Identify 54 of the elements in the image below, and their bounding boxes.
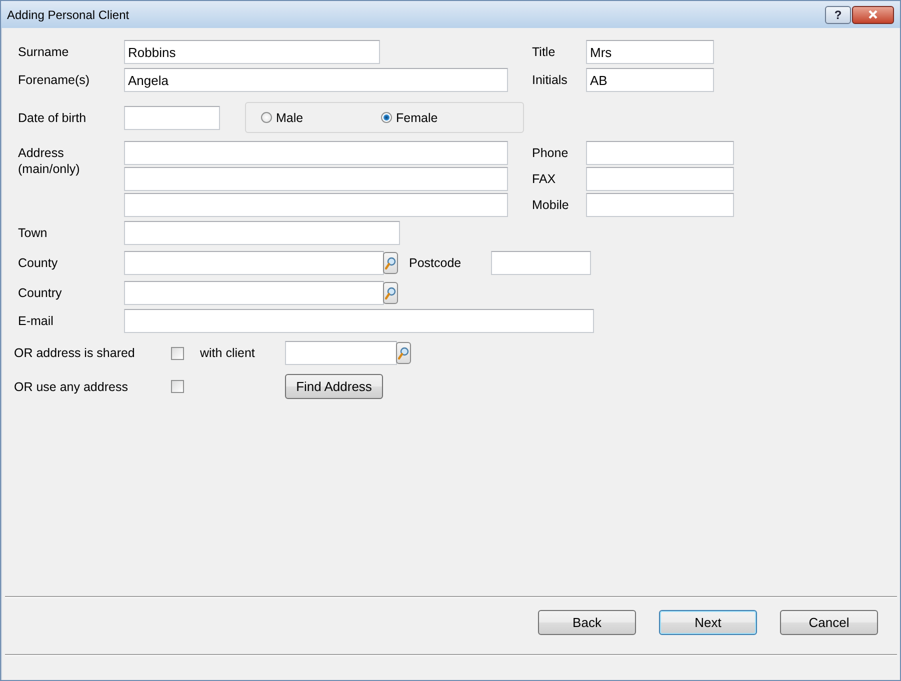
text-field[interactable]	[586, 167, 734, 191]
help-button[interactable]: ?	[825, 6, 851, 24]
field-label: Mobile	[532, 198, 570, 212]
text-field[interactable]	[586, 141, 734, 165]
radio-option[interactable]: Female	[381, 110, 501, 124]
field-label: County	[18, 256, 59, 270]
checkbox[interactable]	[171, 346, 184, 360]
text-field[interactable]	[586, 193, 734, 217]
text-field[interactable]: Mrs	[586, 40, 714, 64]
dialog-button[interactable]: Next	[659, 610, 757, 635]
lookup-field[interactable]	[124, 251, 384, 275]
text-field[interactable]: Angela	[124, 68, 508, 92]
lookup-field[interactable]	[124, 281, 384, 305]
search-button[interactable]	[396, 342, 411, 364]
field-label: FAX	[532, 172, 557, 186]
field-label: Postcode	[409, 256, 462, 270]
dialog-button[interactable]: Cancel	[780, 610, 878, 635]
close-button[interactable]	[852, 6, 894, 24]
text-field[interactable]	[124, 141, 508, 165]
close-icon	[868, 10, 878, 19]
search-icon	[398, 346, 409, 360]
search-button[interactable]	[383, 282, 398, 304]
text-field[interactable]	[124, 221, 400, 245]
text-field[interactable]	[491, 251, 591, 275]
text-field[interactable]	[124, 309, 594, 333]
checkbox[interactable]	[171, 380, 184, 393]
checkbox-label: OR address is shared	[14, 346, 136, 360]
field-label: Surname	[18, 45, 70, 59]
field-label: Forename(s)	[18, 73, 91, 87]
field-label: Phone	[532, 146, 570, 160]
text-field[interactable]	[124, 106, 220, 130]
lookup-field[interactable]	[285, 341, 397, 365]
window-title: Adding Personal Client	[7, 8, 130, 22]
radio-option[interactable]: Male	[261, 110, 381, 124]
text-field[interactable]: Robbins	[124, 40, 380, 64]
search-button[interactable]	[383, 252, 398, 274]
field-label: Country	[18, 286, 63, 300]
field-label: Title	[532, 45, 556, 59]
field-label: Date of birth	[18, 110, 88, 124]
radio-button[interactable]	[381, 112, 392, 123]
field-label: Town	[18, 226, 48, 240]
text-field[interactable]	[124, 193, 508, 217]
text-field[interactable]: AB	[586, 68, 714, 92]
field-label: E-mail	[18, 314, 54, 328]
search-icon	[385, 256, 396, 270]
find-address-button[interactable]: Find Address	[285, 374, 383, 399]
radio-button[interactable]	[261, 112, 272, 123]
field-label: with client	[200, 346, 256, 360]
search-icon	[385, 286, 396, 300]
dialog-button[interactable]: Back	[538, 610, 636, 635]
text-field[interactable]	[124, 167, 508, 191]
field-label: Initials	[532, 73, 568, 87]
field-label: Address (main/only)	[18, 145, 81, 177]
checkbox-label: OR use any address	[14, 380, 129, 394]
